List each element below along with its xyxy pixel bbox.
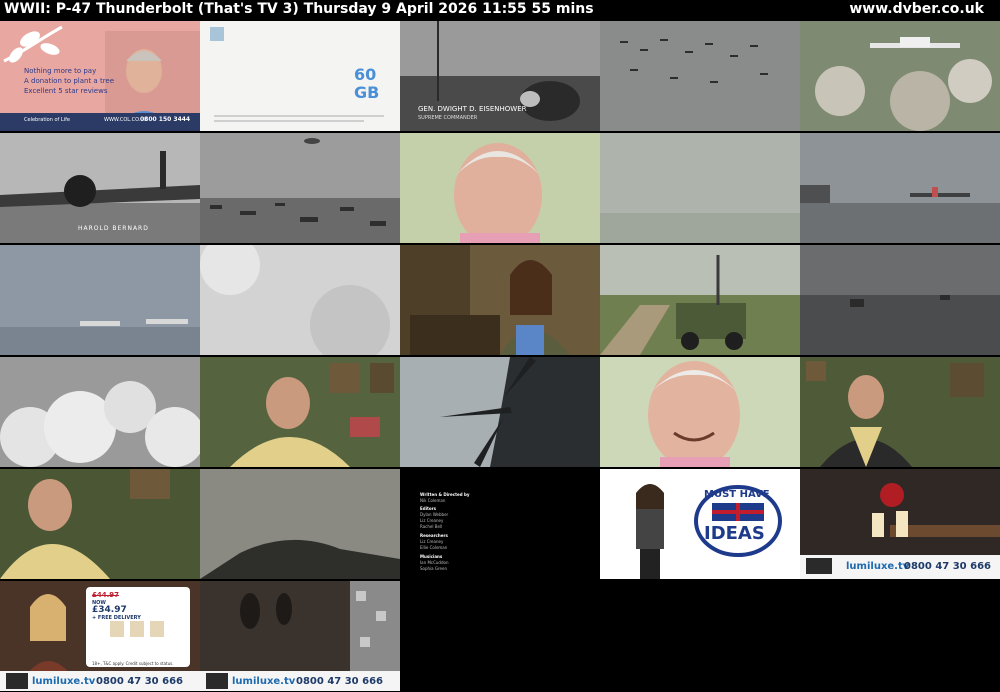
caption-eisenhower-role: SUPREME COMMANDER [418,115,478,121]
header-bar: WWII: P-47 Thunderbolt (That's TV 3) Thu… [0,0,1000,20]
thumb-r3c3-historian-interview[interactable] [400,245,600,355]
historian-scene [400,245,600,355]
formation-scene [600,21,800,131]
lumiluxe-phone: 0800 47 30 666 [904,561,991,572]
jeep-scene [600,245,800,355]
credits-name-researcher-1: Liz Creaney [420,539,444,544]
airfield-scene [800,133,1000,243]
thumb-r1c5-flight-over-clouds[interactable] [800,21,1000,131]
thumb-r2c2-invasion-fleet[interactable] [200,133,400,243]
thumb-r6c1-lumiluxe-offer[interactable]: £44.97 NOW £34.97 + FREE DELIVERY 18+, T… [0,581,200,691]
offer-price: £34.97 [92,605,127,615]
haze-scene [600,133,800,243]
planes-low-scene [0,245,200,355]
thumb-r6c2-lumiluxe-hall[interactable]: lumiluxe.tv 0800 47 30 666 [200,581,400,691]
credits-heading-musicians: Musicians [420,554,443,559]
hall-phone: 0800 47 30 666 [296,676,383,687]
thumb-r4c3-propeller[interactable] [400,357,600,467]
thumb-r4c2-veteran-study[interactable] [200,357,400,467]
clouds-grey-scene [200,245,400,355]
credits-name-musician-2: Sophia Green [420,566,448,571]
ad-benefit-3: Excellent 5 star reviews [24,87,108,95]
credits-name-musician-1: Ian McCuddon [420,560,449,565]
data-amount: 60 [354,65,377,84]
credits-name-researcher-2: Ellie Coleman [420,545,448,550]
hall-brand: lumiluxe.tv [232,676,296,687]
thumb-r1c1-funeral-ad[interactable]: Nothing more to pay A donation to plant … [0,21,200,131]
thumb-r2c3-veteran-closeup[interactable] [400,133,600,243]
credits-name-editor-3: Rachel Bell [420,524,443,529]
offer-phone: 0800 47 30 666 [96,676,183,687]
ad-brand: Celebration of Life [24,117,70,123]
ideas-line-2: IDEAS [704,523,765,544]
credits-heading-editors: Editors [420,506,436,511]
flight-scene [800,21,1000,131]
sea-landing-scene [800,245,1000,355]
ad-phone: 0800 150 3444 [140,116,191,123]
credits-heading-director: Written & Directed by [420,492,470,497]
data-unit: GB [354,83,380,102]
credits-heading-researchers: Researchers [420,533,448,538]
site-link[interactable]: www.dvber.co.uk [849,1,984,17]
thumb-r1c4-bomber-formation[interactable] [600,21,800,131]
veteran-study-scene [200,357,400,467]
veteran-close-scene [0,469,200,579]
thumb-r5c4-ideas-ad[interactable]: MUST HAVE IDEAS [600,469,800,579]
credits-name-editor-2: Liz Creaney [420,518,444,523]
thumb-r2c5-airfield[interactable] [800,133,1000,243]
cumulus-scene [0,357,200,467]
caption-eisenhower-name: GEN. DWIGHT D. EISENHOWER [418,105,527,113]
credits-name-editor-1: Dylan Webber [420,512,449,517]
thumb-r3c2-clouds-grey[interactable] [200,245,400,355]
ideas-line-1: MUST HAVE [704,489,770,500]
ad-benefit-2: A donation to plant a tree [24,77,115,85]
veteran-smiling-scene [600,357,800,467]
thumb-r2c1-p47-ground[interactable]: HAROLD BERNARD [0,133,200,243]
offer-terms: 18+, T&C apply. Credit subject to status… [92,661,174,666]
ideas-ad-art [636,484,782,579]
thumb-r5c5-lumiluxe-room[interactable]: lumiluxe.tv 0800 47 30 666 [800,469,1000,579]
credits-name-director: Nik Coleman [420,498,446,503]
thumb-r3c1-planes-low-sky[interactable] [0,245,200,355]
thumb-r3c5-sea-landing[interactable] [800,245,1000,355]
veteran-jacket-scene [800,357,1000,467]
programme-title: WWII: P-47 Thunderbolt (That's TV 3) Thu… [4,1,594,17]
caption-harold-bernard: HAROLD BERNARD [78,225,149,232]
lumiluxe-hall-art [200,581,400,691]
thumb-r5c2-dusk-sky[interactable] [200,469,400,579]
thumb-r4c4-veteran-smiling[interactable] [600,357,800,467]
thumb-r1c2-data-ad[interactable]: 60 GB [200,21,400,131]
fleet-scene [200,133,400,243]
offer-brand: lumiluxe.tv [32,676,96,687]
thumb-r3c4-jeep[interactable] [600,245,800,355]
ad-benefit-1: Nothing more to pay [24,67,97,75]
thumb-r5c1-veteran-close[interactable] [0,469,200,579]
offer-delivery: + FREE DELIVERY [92,615,141,621]
thumb-r2c4-haze[interactable] [600,133,800,243]
thumb-r1c3-eisenhower[interactable]: GEN. DWIGHT D. EISENHOWER SUPREME COMMAN… [400,21,600,131]
thumb-r5c3-credits[interactable]: Written & Directed by Nik Coleman Editor… [400,469,600,579]
lumiluxe-brand: lumiluxe.tv [846,561,910,572]
thumb-r4c5-veteran-jacket[interactable] [800,357,1000,467]
thumb-r4c1-cumulus[interactable] [0,357,200,467]
propeller-scene [400,357,600,467]
veteran-closeup-scene [400,133,600,243]
dusk-scene [200,469,400,579]
funeral-ad-art [0,25,200,131]
offer-was-price: £44.97 [92,591,120,599]
